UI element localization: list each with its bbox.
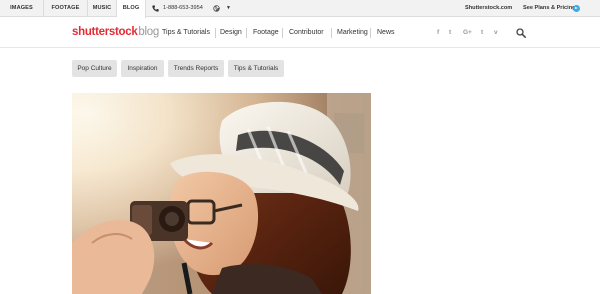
logo[interactable]: shutterstockblog <box>72 25 159 39</box>
tag-trends-reports[interactable]: Trends Reports <box>168 60 224 77</box>
plans-pricing-link[interactable]: See Plans & Pricing <box>523 0 576 17</box>
tab-blog[interactable]: BLOG <box>117 0 146 18</box>
nav-divider <box>246 28 247 38</box>
tag-inspiration[interactable]: Inspiration <box>121 60 164 77</box>
logo-suffix: blog <box>138 26 159 38</box>
tab-footage[interactable]: FOOTAGE <box>44 0 88 17</box>
nav-divider <box>370 28 371 38</box>
site-header: shutterstockblog Tips & Tutorials Design… <box>0 18 600 48</box>
utility-bar: IMAGES FOOTAGE MUSIC BLOG 1-888-653-3954… <box>0 0 600 18</box>
nav-contributor[interactable]: Contributor <box>289 27 324 39</box>
twitter-icon[interactable]: t <box>449 29 451 37</box>
tab-images[interactable]: IMAGES <box>0 0 44 17</box>
nav-tips-tutorials[interactable]: Tips & Tutorials <box>162 27 210 39</box>
vimeo-icon[interactable]: v <box>494 29 498 37</box>
search-icon[interactable] <box>516 28 526 38</box>
nav-divider <box>331 28 332 38</box>
google-plus-icon[interactable]: G+ <box>463 29 472 37</box>
woman-with-camera-photo <box>72 93 371 294</box>
facebook-icon[interactable]: f <box>437 29 439 37</box>
nav-divider <box>215 28 216 38</box>
shutterstock-link[interactable]: Shutterstock.com <box>465 0 512 17</box>
phone-icon <box>152 5 159 12</box>
nav-design[interactable]: Design <box>220 27 242 39</box>
phone-number-text: 1-888-653-3954 <box>163 5 203 11</box>
tab-music[interactable]: MUSIC <box>88 0 117 17</box>
nav-news[interactable]: News <box>377 27 395 39</box>
tag-tips-tutorials[interactable]: Tips & Tutorials <box>228 60 284 77</box>
nav-marketing[interactable]: Marketing <box>337 27 368 39</box>
hero-image[interactable] <box>72 93 371 294</box>
logo-brand: shutterstock <box>72 26 138 38</box>
tumblr-icon[interactable]: t <box>481 29 483 37</box>
chevron-down-icon[interactable]: ▼ <box>226 0 231 17</box>
globe-icon[interactable] <box>213 5 220 12</box>
tag-pop-culture[interactable]: Pop Culture <box>72 60 117 77</box>
nav-divider <box>282 28 283 38</box>
arrow-right-icon[interactable] <box>573 5 580 12</box>
nav-footage[interactable]: Footage <box>253 27 279 39</box>
